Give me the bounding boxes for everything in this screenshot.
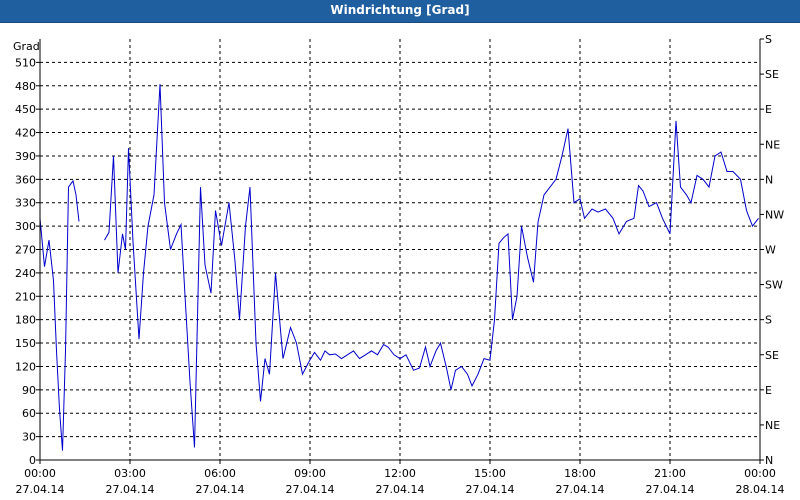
- compass-tick-label: S: [765, 33, 772, 46]
- y-axis-label: Grad: [13, 40, 40, 53]
- y-tick-label: 270: [15, 244, 36, 257]
- compass-tick-label: NW: [765, 208, 784, 221]
- y-tick-label: 300: [15, 220, 36, 233]
- y-tick-label: 210: [15, 290, 36, 303]
- x-tick-time-label: 00:00: [24, 467, 56, 480]
- x-tick-date-label: 27.04.14: [106, 483, 155, 496]
- compass-tick-label: SE: [765, 349, 779, 362]
- y-tick-label: 120: [15, 360, 36, 373]
- y-tick-label: 480: [15, 80, 36, 93]
- x-tick-date-label: 28.04.14: [736, 483, 785, 496]
- chart-title: Windrichtung [Grad]: [330, 3, 470, 17]
- y-tick-label: 450: [15, 103, 36, 116]
- window-title-bar: Windrichtung [Grad]: [0, 0, 800, 23]
- x-tick-time-label: 00:00: [744, 467, 776, 480]
- y-tick-label: 30: [22, 431, 36, 444]
- x-tick-time-label: 18:00: [564, 467, 596, 480]
- compass-tick-label: N: [765, 454, 773, 467]
- compass-tick-label: E: [765, 384, 772, 397]
- y-tick-label: 420: [15, 127, 36, 140]
- x-tick-date-label: 27.04.14: [196, 483, 245, 496]
- wind-direction-chart: Grad 0 30 60 90 120 150 180 210 240 270 300 330 360 3…: [0, 23, 800, 500]
- y-tick-label: 360: [15, 173, 36, 186]
- x-tick-date-label: 27.04.14: [556, 483, 605, 496]
- y-tick-label: 390: [15, 150, 36, 163]
- compass-tick-label: SE: [765, 68, 779, 81]
- y-tick-label: 510: [15, 56, 36, 69]
- x-tick-time-label: 03:00: [114, 467, 146, 480]
- y-tick-label: 60: [22, 407, 36, 420]
- compass-tick-label: S: [765, 314, 772, 327]
- x-tick-date-label: 27.04.14: [286, 483, 335, 496]
- compass-tick-label: E: [765, 103, 772, 116]
- y-tick-label: 330: [15, 197, 36, 210]
- y-tick-label: 150: [15, 337, 36, 350]
- compass-tick-label: W: [765, 244, 776, 257]
- x-tick-time-label: 12:00: [384, 467, 416, 480]
- x-tick-date-label: 27.04.14: [466, 483, 515, 496]
- x-tick-date-label: 27.04.14: [16, 483, 65, 496]
- y-tick-label: 90: [22, 384, 36, 397]
- x-tick-date-label: 27.04.14: [376, 483, 425, 496]
- compass-tick-label: N: [765, 173, 773, 186]
- x-tick-time-label: 21:00: [654, 467, 686, 480]
- x-tick-date-label: 27.04.14: [646, 483, 695, 496]
- x-tick-time-label: 09:00: [294, 467, 326, 480]
- x-tick-time-label: 06:00: [204, 467, 236, 480]
- compass-tick-label: NE: [765, 138, 780, 151]
- compass-tick-label: SW: [765, 279, 783, 292]
- y-tick-label: 180: [15, 314, 36, 327]
- y-tick-label: 0: [29, 454, 36, 467]
- y-tick-label: 240: [15, 267, 36, 280]
- compass-tick-label: NE: [765, 419, 780, 432]
- x-tick-time-label: 15:00: [474, 467, 506, 480]
